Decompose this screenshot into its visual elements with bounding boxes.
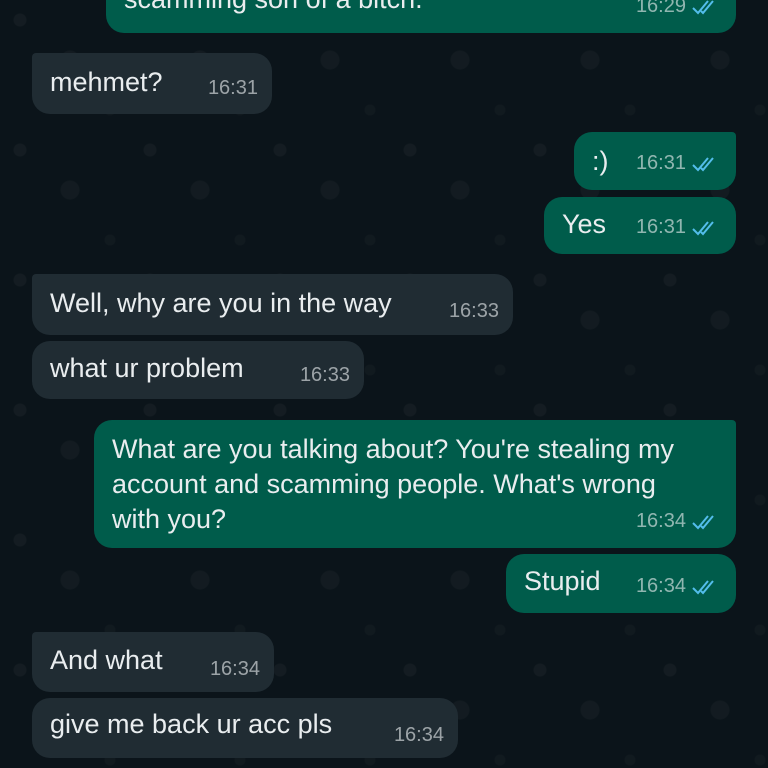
message-time: 16:34 [635, 510, 686, 532]
message-text: And what [50, 645, 163, 675]
message-time: 16:34 [209, 658, 260, 680]
message-text: mehmet? [50, 67, 163, 97]
double-check-read-icon [692, 0, 720, 16]
message-text: scamming son of a bitch. [124, 0, 423, 17]
message-bubble-outgoing[interactable]: Stupid 16:34 [506, 554, 736, 613]
message-text: :) [592, 146, 609, 176]
message-text: Yes [562, 209, 607, 239]
double-check-read-icon [692, 155, 720, 173]
message-meta: 16:34 [210, 652, 260, 687]
double-check-read-icon [692, 219, 720, 237]
message-time: 16:33 [448, 300, 499, 322]
message-bubble-incoming[interactable]: mehmet? 16:31 [32, 53, 272, 114]
message-bubble-incoming[interactable]: Well, why are you in the way 16:33 [32, 274, 513, 335]
message-bubble-incoming[interactable]: give me back ur acc pls 16:34 [32, 698, 458, 758]
message-bubble-outgoing[interactable]: Yes 16:31 [544, 197, 736, 254]
message-time: 16:34 [635, 575, 686, 597]
message-meta: 16:33 [449, 294, 499, 329]
message-time: 16:29 [635, 0, 686, 17]
message-meta: 16:31 [636, 210, 720, 245]
message-time: 16:31 [635, 152, 686, 174]
message-text: what ur problem [50, 353, 244, 383]
message-text: Stupid [524, 566, 601, 596]
double-check-read-icon [692, 513, 720, 531]
message-meta: 16:34 [394, 718, 444, 753]
message-bubble-outgoing[interactable]: :) 16:31 [574, 132, 736, 190]
message-bubble-incoming[interactable]: And what 16:34 [32, 632, 274, 692]
message-meta: 16:29 [636, 0, 720, 24]
message-meta: 16:31 [208, 71, 258, 106]
message-time: 16:33 [299, 364, 350, 386]
message-list[interactable]: scamming son of a bitch. 16:29 mehmet? 1… [0, 0, 768, 768]
message-meta: 16:31 [636, 146, 720, 181]
message-bubble-outgoing[interactable]: What are you talking about? You're steal… [94, 420, 736, 548]
message-time: 16:31 [207, 77, 258, 99]
message-text: Well, why are you in the way [50, 288, 392, 318]
message-time: 16:31 [635, 216, 686, 238]
message-text: What are you talking about? You're steal… [112, 434, 675, 534]
message-meta: 16:34 [636, 504, 720, 539]
message-meta: 16:34 [636, 569, 720, 604]
message-bubble-outgoing[interactable]: scamming son of a bitch. 16:29 [106, 0, 736, 33]
message-bubble-incoming[interactable]: what ur problem 16:33 [32, 341, 364, 399]
message-time: 16:34 [393, 724, 444, 746]
message-meta: 16:33 [300, 358, 350, 393]
double-check-read-icon [692, 578, 720, 596]
message-text: give me back ur acc pls [50, 709, 333, 739]
